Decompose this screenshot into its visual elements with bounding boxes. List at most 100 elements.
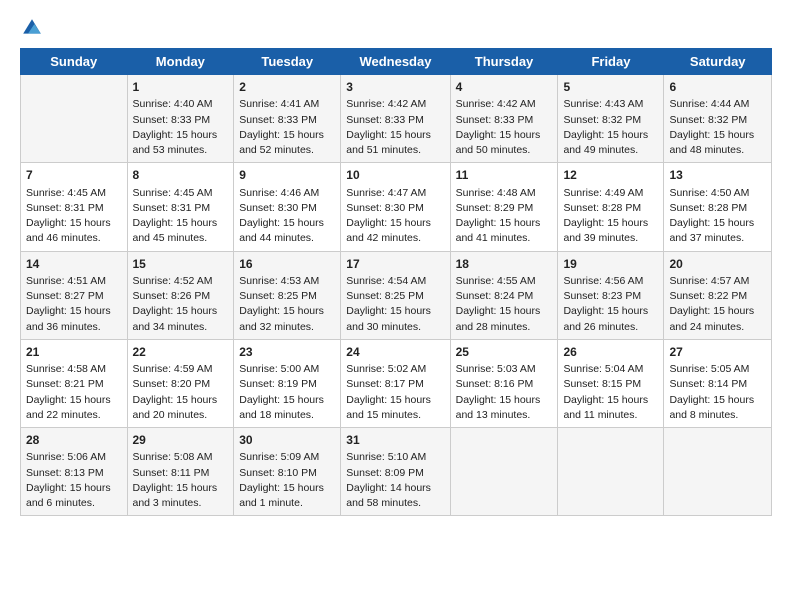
- day-header-sunday: Sunday: [21, 49, 128, 75]
- day-number: 7: [26, 167, 122, 184]
- day-header-thursday: Thursday: [450, 49, 558, 75]
- cell-content: Sunrise: 5:05 AM Sunset: 8:14 PM Dayligh…: [669, 362, 766, 423]
- cell-content: Sunrise: 4:51 AM Sunset: 8:27 PM Dayligh…: [26, 274, 122, 335]
- day-number: 26: [563, 344, 658, 361]
- day-number: 3: [346, 79, 444, 96]
- cell-content: Sunrise: 4:45 AM Sunset: 8:31 PM Dayligh…: [26, 186, 122, 247]
- day-number: 8: [133, 167, 229, 184]
- calendar-cell: 17Sunrise: 4:54 AM Sunset: 8:25 PM Dayli…: [341, 251, 450, 339]
- day-header-saturday: Saturday: [664, 49, 772, 75]
- day-header-monday: Monday: [127, 49, 234, 75]
- cell-content: Sunrise: 4:42 AM Sunset: 8:33 PM Dayligh…: [346, 97, 444, 158]
- cell-content: Sunrise: 4:48 AM Sunset: 8:29 PM Dayligh…: [456, 186, 553, 247]
- week-row-2: 7 Sunrise: 4:45 AM Sunset: 8:31 PM Daylig…: [21, 163, 772, 251]
- calendar-cell: 3Sunrise: 4:42 AM Sunset: 8:33 PM Daylig…: [341, 75, 450, 163]
- calendar-cell: 13Sunrise: 4:50 AM Sunset: 8:28 PM Dayli…: [664, 163, 772, 251]
- day-header-friday: Friday: [558, 49, 664, 75]
- logo: [20, 16, 48, 40]
- cell-content: Sunrise: 4:54 AM Sunset: 8:25 PM Dayligh…: [346, 274, 444, 335]
- day-number: 20: [669, 256, 766, 273]
- calendar-cell: 15Sunrise: 4:52 AM Sunset: 8:26 PM Dayli…: [127, 251, 234, 339]
- day-number: 10: [346, 167, 444, 184]
- day-number: 14: [26, 256, 122, 273]
- day-number: 9: [239, 167, 335, 184]
- calendar-cell: 4Sunrise: 4:42 AM Sunset: 8:33 PM Daylig…: [450, 75, 558, 163]
- day-number: 4: [456, 79, 553, 96]
- calendar-cell: 29Sunrise: 5:08 AM Sunset: 8:11 PM Dayli…: [127, 428, 234, 516]
- calendar-cell: 24Sunrise: 5:02 AM Sunset: 8:17 PM Dayli…: [341, 339, 450, 427]
- calendar-cell: 11 Sunrise: 4:48 AM Sunset: 8:29 PM Dayli…: [450, 163, 558, 251]
- calendar-cell: [450, 428, 558, 516]
- calendar-cell: 18Sunrise: 4:55 AM Sunset: 8:24 PM Dayli…: [450, 251, 558, 339]
- calendar-cell: 9 Sunrise: 4:46 AM Sunset: 8:30 PM Daylig…: [234, 163, 341, 251]
- day-number: 15: [133, 256, 229, 273]
- cell-content: Sunrise: 5:09 AM Sunset: 8:10 PM Dayligh…: [239, 450, 335, 511]
- header-row: SundayMondayTuesdayWednesdayThursdayFrid…: [21, 49, 772, 75]
- calendar-cell: 5Sunrise: 4:43 AM Sunset: 8:32 PM Daylig…: [558, 75, 664, 163]
- day-number: 21: [26, 344, 122, 361]
- cell-content: Sunrise: 4:49 AM Sunset: 8:28 PM Dayligh…: [563, 186, 658, 247]
- cell-content: Sunrise: 4:44 AM Sunset: 8:32 PM Dayligh…: [669, 97, 766, 158]
- week-row-1: 1Sunrise: 4:40 AM Sunset: 8:33 PM Daylig…: [21, 75, 772, 163]
- calendar-cell: 22Sunrise: 4:59 AM Sunset: 8:20 PM Dayli…: [127, 339, 234, 427]
- calendar-cell: 2Sunrise: 4:41 AM Sunset: 8:33 PM Daylig…: [234, 75, 341, 163]
- day-number: 22: [133, 344, 229, 361]
- cell-content: Sunrise: 4:57 AM Sunset: 8:22 PM Dayligh…: [669, 274, 766, 335]
- day-number: 17: [346, 256, 444, 273]
- day-number: 2: [239, 79, 335, 96]
- cell-content: Sunrise: 5:10 AM Sunset: 8:09 PM Dayligh…: [346, 450, 444, 511]
- day-number: 31: [346, 432, 444, 449]
- calendar-cell: 7 Sunrise: 4:45 AM Sunset: 8:31 PM Daylig…: [21, 163, 128, 251]
- day-number: 19: [563, 256, 658, 273]
- calendar-cell: 10 Sunrise: 4:47 AM Sunset: 8:30 PM Dayli…: [341, 163, 450, 251]
- day-number: 29: [133, 432, 229, 449]
- cell-content: Sunrise: 4:41 AM Sunset: 8:33 PM Dayligh…: [239, 97, 335, 158]
- calendar-table: SundayMondayTuesdayWednesdayThursdayFrid…: [20, 48, 772, 516]
- day-number: 24: [346, 344, 444, 361]
- day-number: 11: [456, 167, 553, 184]
- calendar-cell: 8 Sunrise: 4:45 AM Sunset: 8:31 PM Daylig…: [127, 163, 234, 251]
- cell-content: Sunrise: 4:53 AM Sunset: 8:25 PM Dayligh…: [239, 274, 335, 335]
- calendar-cell: 6Sunrise: 4:44 AM Sunset: 8:32 PM Daylig…: [664, 75, 772, 163]
- calendar-cell: 14Sunrise: 4:51 AM Sunset: 8:27 PM Dayli…: [21, 251, 128, 339]
- calendar-cell: [21, 75, 128, 163]
- cell-content: Sunrise: 4:59 AM Sunset: 8:20 PM Dayligh…: [133, 362, 229, 423]
- day-number: 12: [563, 167, 658, 184]
- cell-content: Sunrise: 5:03 AM Sunset: 8:16 PM Dayligh…: [456, 362, 553, 423]
- calendar-cell: 31Sunrise: 5:10 AM Sunset: 8:09 PM Dayli…: [341, 428, 450, 516]
- week-row-5: 28Sunrise: 5:06 AM Sunset: 8:13 PM Dayli…: [21, 428, 772, 516]
- calendar-cell: 28Sunrise: 5:06 AM Sunset: 8:13 PM Dayli…: [21, 428, 128, 516]
- day-number: 28: [26, 432, 122, 449]
- week-row-4: 21Sunrise: 4:58 AM Sunset: 8:21 PM Dayli…: [21, 339, 772, 427]
- cell-content: Sunrise: 5:04 AM Sunset: 8:15 PM Dayligh…: [563, 362, 658, 423]
- cell-content: Sunrise: 4:40 AM Sunset: 8:33 PM Dayligh…: [133, 97, 229, 158]
- day-header-tuesday: Tuesday: [234, 49, 341, 75]
- day-number: 6: [669, 79, 766, 96]
- calendar-cell: 21Sunrise: 4:58 AM Sunset: 8:21 PM Dayli…: [21, 339, 128, 427]
- cell-content: Sunrise: 4:52 AM Sunset: 8:26 PM Dayligh…: [133, 274, 229, 335]
- cell-content: Sunrise: 5:06 AM Sunset: 8:13 PM Dayligh…: [26, 450, 122, 511]
- day-number: 16: [239, 256, 335, 273]
- calendar-cell: 16Sunrise: 4:53 AM Sunset: 8:25 PM Dayli…: [234, 251, 341, 339]
- calendar-cell: 19Sunrise: 4:56 AM Sunset: 8:23 PM Dayli…: [558, 251, 664, 339]
- cell-content: Sunrise: 5:08 AM Sunset: 8:11 PM Dayligh…: [133, 450, 229, 511]
- calendar-cell: 1Sunrise: 4:40 AM Sunset: 8:33 PM Daylig…: [127, 75, 234, 163]
- cell-content: Sunrise: 5:00 AM Sunset: 8:19 PM Dayligh…: [239, 362, 335, 423]
- cell-content: Sunrise: 4:56 AM Sunset: 8:23 PM Dayligh…: [563, 274, 658, 335]
- logo-icon: [20, 16, 44, 40]
- cell-content: Sunrise: 4:43 AM Sunset: 8:32 PM Dayligh…: [563, 97, 658, 158]
- cell-content: Sunrise: 4:46 AM Sunset: 8:30 PM Dayligh…: [239, 186, 335, 247]
- cell-content: Sunrise: 4:47 AM Sunset: 8:30 PM Dayligh…: [346, 186, 444, 247]
- calendar-cell: 25Sunrise: 5:03 AM Sunset: 8:16 PM Dayli…: [450, 339, 558, 427]
- cell-content: Sunrise: 4:58 AM Sunset: 8:21 PM Dayligh…: [26, 362, 122, 423]
- week-row-3: 14Sunrise: 4:51 AM Sunset: 8:27 PM Dayli…: [21, 251, 772, 339]
- cell-content: Sunrise: 4:42 AM Sunset: 8:33 PM Dayligh…: [456, 97, 553, 158]
- calendar-cell: [558, 428, 664, 516]
- calendar-cell: 30Sunrise: 5:09 AM Sunset: 8:10 PM Dayli…: [234, 428, 341, 516]
- calendar-cell: 27Sunrise: 5:05 AM Sunset: 8:14 PM Dayli…: [664, 339, 772, 427]
- day-number: 18: [456, 256, 553, 273]
- cell-content: Sunrise: 4:55 AM Sunset: 8:24 PM Dayligh…: [456, 274, 553, 335]
- cell-content: Sunrise: 5:02 AM Sunset: 8:17 PM Dayligh…: [346, 362, 444, 423]
- cell-content: Sunrise: 4:45 AM Sunset: 8:31 PM Dayligh…: [133, 186, 229, 247]
- day-number: 13: [669, 167, 766, 184]
